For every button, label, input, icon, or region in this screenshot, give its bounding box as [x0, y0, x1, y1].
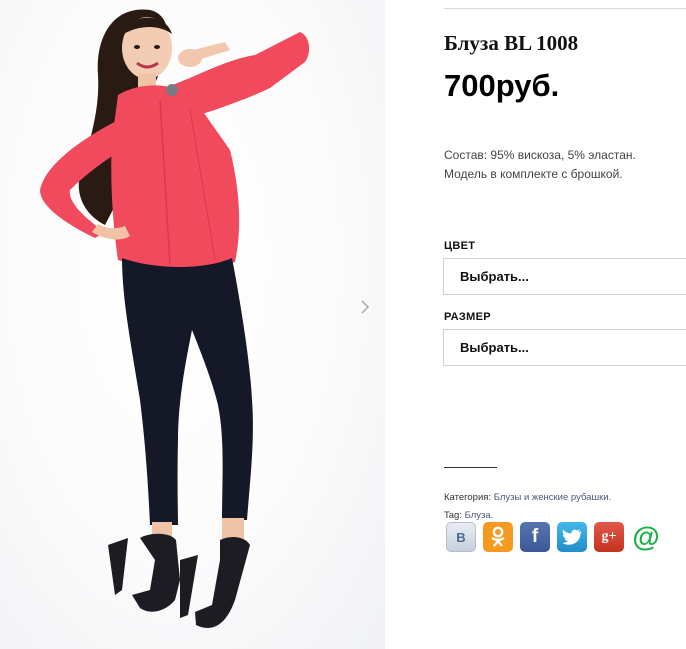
- product-price: 700руб.: [444, 68, 560, 103]
- twitter-icon: [562, 529, 582, 545]
- size-select[interactable]: Выбрать...: [443, 329, 686, 366]
- color-label: ЦВЕТ: [444, 240, 476, 252]
- tag-meta: Tag: Блуза.: [444, 510, 493, 521]
- tag-label: Tag:: [444, 510, 462, 521]
- category-label: Категория:: [444, 492, 492, 503]
- color-select-value: Выбрать...: [460, 269, 529, 284]
- share-twitter-button[interactable]: [557, 522, 587, 552]
- chevron-right-icon: [361, 300, 370, 314]
- product-title: Блуза BL 1008: [444, 31, 579, 55]
- size-label: РАЗМЕР: [444, 311, 491, 323]
- section-divider: [444, 467, 497, 468]
- color-select[interactable]: Выбрать...: [443, 258, 686, 295]
- share-buttons: В f g+ @: [446, 522, 661, 552]
- facebook-icon: f: [531, 526, 539, 547]
- description-line: Модель в комплекте с брошкой.: [444, 167, 623, 181]
- category-meta: Категория: Блузы и женские рубашки.: [444, 492, 611, 503]
- size-select-value: Выбрать...: [460, 340, 529, 355]
- vkontakte-icon: В: [456, 529, 466, 545]
- product-description: Состав: 95% вискоза, 5% эластан. Модель …: [444, 146, 636, 184]
- share-google-plus-button[interactable]: g+: [594, 522, 624, 552]
- share-mailru-button[interactable]: @: [631, 522, 661, 552]
- tag-link[interactable]: Блуза.: [465, 510, 494, 521]
- mailru-icon: @: [632, 521, 660, 552]
- share-facebook-button[interactable]: f: [520, 522, 550, 552]
- share-odnoklassniki-button[interactable]: [483, 522, 513, 552]
- odnoklassniki-icon: [491, 526, 505, 547]
- category-link[interactable]: Блузы и женские рубашки.: [494, 492, 611, 503]
- product-photo: [40, 9, 310, 629]
- description-line: Состав: 95% вискоза, 5% эластан.: [444, 148, 636, 162]
- gallery-next-arrow[interactable]: [356, 297, 374, 317]
- product-image-gallery: [0, 0, 385, 649]
- share-vk-button[interactable]: В: [446, 522, 476, 552]
- top-divider: [444, 8, 686, 9]
- google-plus-icon: g+: [601, 529, 617, 544]
